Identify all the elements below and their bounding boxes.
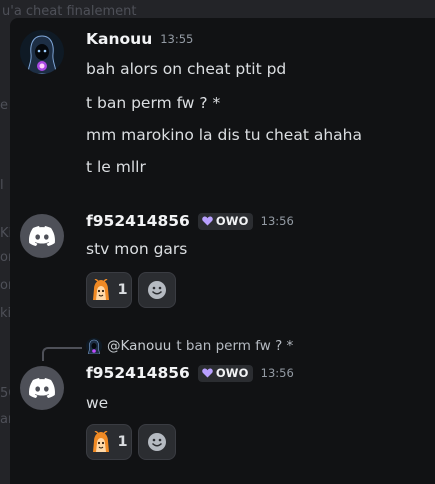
clan-tag[interactable]: OWO	[197, 212, 253, 230]
reaction-button[interactable]: 1	[86, 272, 132, 308]
clan-tag[interactable]: OWO	[197, 364, 253, 382]
message-group: Kanouu 13:55 bah alors on cheat ptit pd …	[20, 30, 420, 180]
reaction-button[interactable]: 1	[86, 424, 132, 460]
message-text: mm marokino la dis tu cheat ahaha	[86, 126, 362, 144]
message-group: @Kanouu t ban perm fw ? * f952414856 OWO…	[20, 338, 420, 468]
heart-icon	[202, 368, 213, 378]
add-reaction-button[interactable]	[138, 424, 176, 460]
message-text: t ban perm fw ? *	[86, 94, 221, 112]
orange-cartoon-emoji-icon	[93, 431, 110, 452]
discord-logo-icon[interactable]	[20, 366, 64, 410]
smiley-icon	[148, 433, 166, 451]
username[interactable]: f952414856	[86, 212, 190, 230]
message-group: f952414856 OWO 13:56 stv mon gars 1	[20, 210, 420, 320]
username[interactable]: Kanouu	[86, 30, 152, 48]
orange-cartoon-emoji-icon	[93, 279, 110, 300]
timestamp: 13:56	[260, 214, 294, 228]
message-header: Kanouu 13:55	[86, 30, 193, 48]
discord-logo-icon[interactable]	[20, 214, 64, 258]
message-header: f952414856 OWO 13:56	[86, 364, 294, 382]
username[interactable]: f952414856	[86, 364, 190, 382]
tag-label: OWO	[215, 214, 249, 228]
hooded-figure-avatar-icon[interactable]	[20, 30, 64, 74]
reply-reference[interactable]: @Kanouu t ban perm fw ? *	[86, 338, 293, 354]
message-text: bah alors on cheat ptit pd	[86, 60, 287, 78]
background-fragment: l	[0, 178, 4, 193]
message-text: stv mon gars	[86, 240, 188, 258]
timestamp: 13:56	[260, 366, 294, 380]
reaction-count: 1	[117, 434, 128, 450]
background-fragment: e	[0, 98, 8, 113]
hooded-figure-avatar-icon	[86, 338, 102, 354]
add-reaction-button[interactable]	[138, 272, 176, 308]
message-text: we	[86, 394, 109, 412]
smiley-icon	[148, 281, 166, 299]
timestamp: 13:55	[160, 32, 194, 46]
message-text: t le mllr	[86, 158, 146, 176]
message-header: f952414856 OWO 13:56	[86, 212, 294, 230]
reaction-count: 1	[117, 282, 128, 298]
messages-panel: Kanouu 13:55 bah alors on cheat ptit pd …	[10, 18, 435, 484]
reply-mention[interactable]: @Kanouu	[107, 338, 171, 354]
reply-excerpt: t ban perm fw ? *	[176, 338, 294, 354]
tag-label: OWO	[215, 366, 249, 380]
heart-icon	[202, 216, 213, 226]
reply-spine	[42, 347, 82, 361]
background-text: u'a cheat finalement	[2, 4, 137, 19]
